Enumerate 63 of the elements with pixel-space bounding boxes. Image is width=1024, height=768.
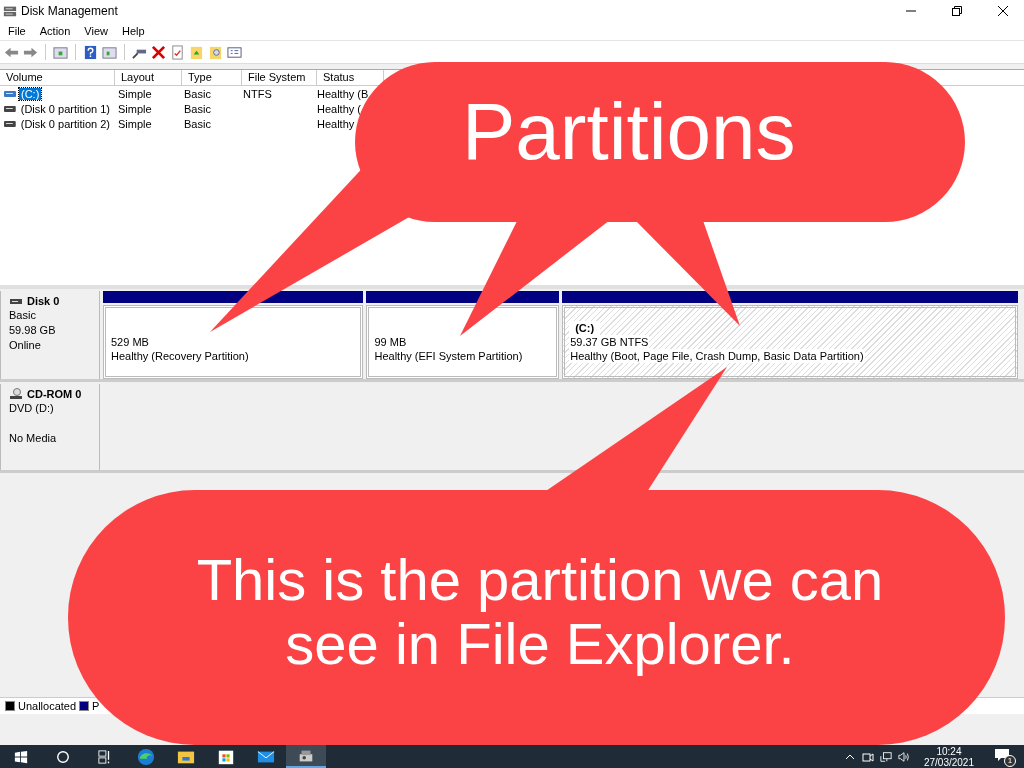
close-icon[interactable] (998, 5, 1008, 16)
menu-item[interactable]: Action (39, 24, 71, 37)
menu-item[interactable]: View (84, 24, 108, 37)
disk-detail: 59.98 GB (9, 323, 57, 337)
table-cell: Simple (118, 117, 152, 130)
drive-icon (4, 89, 16, 98)
drive-icon (4, 104, 16, 113)
help-icon[interactable] (83, 44, 98, 60)
column-header[interactable]: Type (182, 70, 242, 85)
properties-icon[interactable] (227, 44, 242, 60)
table-cell: Basic (184, 117, 211, 130)
search-icon[interactable] (56, 749, 70, 764)
partition-status: Healthy (Recovery Partition) (110, 349, 250, 363)
disk-detail: DVD (D:) (9, 401, 55, 415)
check-document-icon[interactable] (170, 44, 185, 60)
delete-icon[interactable] (151, 44, 166, 60)
pane-icon[interactable] (102, 44, 117, 60)
callout-text: Partitions (462, 92, 796, 172)
volume-icon[interactable] (897, 750, 910, 763)
partition-status: Healthy (EFI System Partition) (373, 349, 524, 363)
task-view-icon[interactable] (98, 749, 112, 764)
table-cell: Healthy (317, 117, 355, 130)
partition-size: 99 MB (373, 335, 408, 349)
restore-icon[interactable] (952, 5, 962, 16)
legend-label: P (92, 700, 100, 712)
callout-text: This is the partition we can see in File Explorer. (195, 548, 885, 676)
menu-item[interactable]: Help (121, 24, 145, 37)
disk-name: CD-ROM 0 (27, 388, 82, 400)
folder-up-icon[interactable] (189, 44, 204, 60)
partition-size: 59.37 GB NTFS (569, 335, 650, 349)
table-cell: Simple (118, 87, 152, 100)
notification-icon[interactable] (994, 746, 1010, 763)
drive-letter[interactable]: (C:) (19, 87, 42, 100)
folder-search-icon[interactable] (208, 44, 223, 60)
network-icon[interactable] (879, 750, 892, 763)
menu-item[interactable]: File (8, 24, 26, 37)
cd-drive-icon (9, 388, 23, 400)
legend-label: Unallocated (18, 700, 77, 712)
console-tree-icon[interactable] (53, 44, 68, 60)
drive-letter[interactable]: (Disk 0 partition 2) (18, 117, 112, 130)
clock[interactable]: 10:24 27/03/2021 (915, 745, 982, 768)
partition-status: Healthy (Boot, Page File, Crash Dump, Basic Data Partition) (569, 349, 865, 363)
table-cell: Basic (184, 87, 211, 100)
media-status: No Media (9, 431, 58, 445)
disk-detail: Basic (9, 308, 37, 322)
drive-icon (4, 119, 16, 128)
start-icon[interactable] (14, 749, 28, 764)
table-cell: Simple (118, 102, 152, 115)
drive-letter[interactable]: (Disk 0 partition 1) (18, 102, 112, 115)
table-cell: Healthy ( (317, 102, 362, 115)
window-title: Disk Management (21, 3, 118, 18)
disk-name: Disk 0 (27, 295, 60, 307)
column-header[interactable]: Volume (0, 70, 115, 85)
column-header[interactable]: Layout (115, 70, 182, 85)
swirl-icon (137, 747, 155, 766)
table-cell: NTFS (243, 87, 272, 100)
table-cell: Healthy (B (317, 87, 369, 100)
disk-detail: Online (9, 338, 42, 352)
table-cell: Basic (184, 102, 211, 115)
partition-label: (C:) (569, 321, 601, 335)
camera-icon[interactable] (861, 750, 874, 763)
column-header[interactable]: File System (242, 70, 317, 85)
partition-size: 529 MB (110, 335, 150, 349)
